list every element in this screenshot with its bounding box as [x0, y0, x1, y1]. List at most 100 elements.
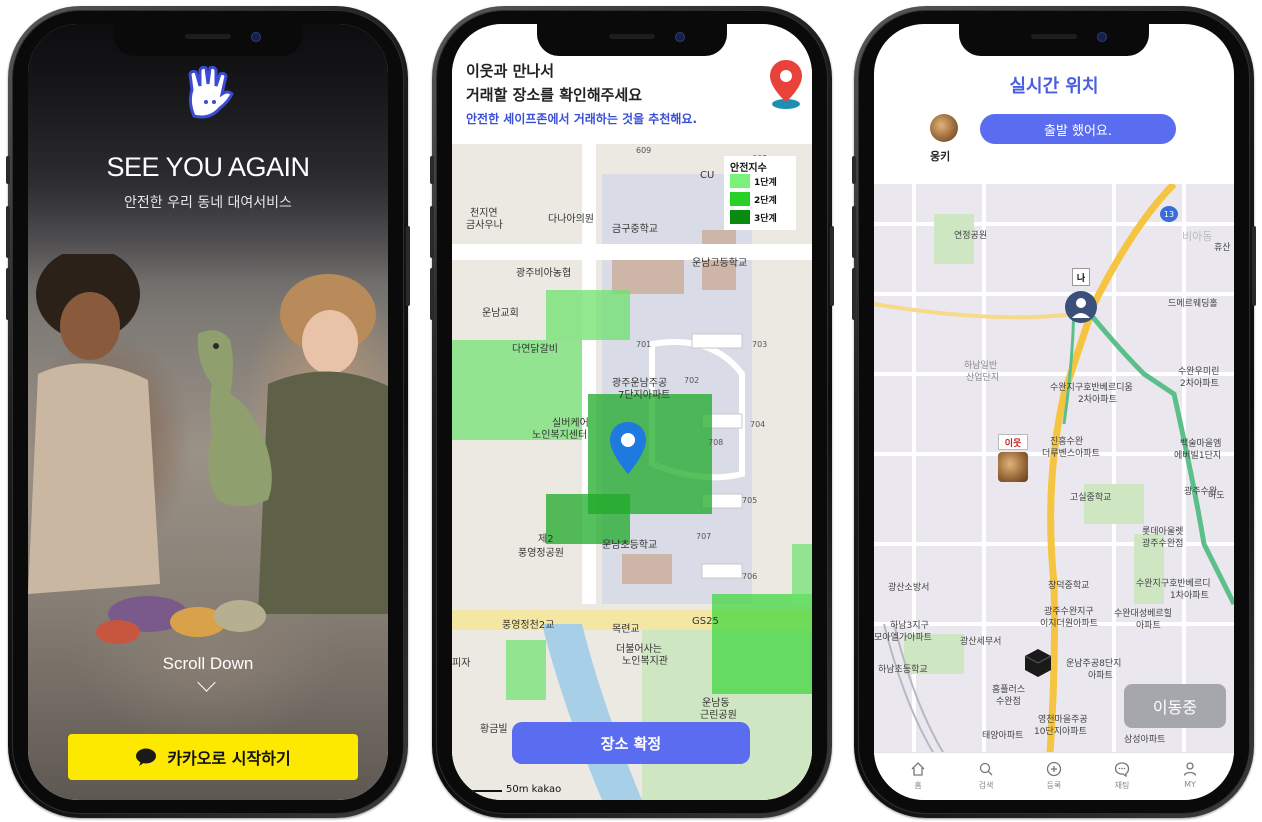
map-label: 제2: [538, 534, 554, 545]
confirm-place-button[interactable]: 장소 확정: [512, 722, 750, 764]
map-label: 아파트: [1136, 621, 1161, 631]
map-label: 운남교회: [482, 308, 519, 319]
meeting-place-screen: 이웃과 만나서 거래할 장소를 확인해주세요 안전한 세이프존에서 거래하는 것…: [452, 24, 812, 800]
page-title: 실시간 위치: [1009, 76, 1099, 97]
map-label: 더루벤스아파트: [1042, 449, 1100, 459]
kakao-login-label: 카카오로 시작하기: [167, 749, 291, 768]
legend-title: 안전지수: [730, 163, 767, 174]
map-label: 드메르웨딩홀: [1168, 299, 1218, 309]
safe-zone-level-1: [506, 640, 546, 700]
map-label: 701: [636, 340, 652, 349]
map-label: 목련교: [612, 624, 640, 635]
notch: [959, 24, 1149, 56]
user-name: 웅키: [930, 150, 951, 163]
home-icon: [911, 762, 925, 776]
legend-swatch-level-2: [730, 192, 750, 206]
map-label: 비아동: [1182, 230, 1213, 243]
power-button: [1252, 226, 1256, 306]
map-label: 하남초등학교: [878, 665, 928, 675]
map-label: 704: [750, 420, 766, 429]
dinosaur-toy: [197, 330, 272, 506]
my-location-marker-icon[interactable]: [1064, 290, 1098, 324]
map-label: 702: [684, 376, 700, 385]
map-label: 광주비아농협: [516, 268, 572, 279]
volume-down-button: [6, 268, 10, 320]
map-label: 황금빌: [480, 724, 508, 735]
avatar: [930, 114, 958, 142]
safe-zone-level-1: [546, 290, 630, 340]
safezone-recommendation: 안전한 세이프존에서 거래하는 것을 추천해요.: [466, 112, 698, 126]
tab-label: MY: [1184, 780, 1196, 789]
search-icon: [979, 762, 993, 776]
map-label: 10단지아파트: [1034, 727, 1087, 737]
map-label: 706: [742, 572, 758, 581]
neighbor-label: 이웃: [998, 434, 1028, 450]
moving-status-button[interactable]: 이동중: [1124, 684, 1226, 728]
map-label: 7단지아파트: [618, 390, 671, 401]
map-label: 풍영정천2교: [502, 620, 555, 631]
map-label: 에버빌1단지: [1174, 451, 1222, 461]
header-line-1: 이웃과 만나서: [466, 62, 555, 80]
map-label: 광산세무서: [960, 637, 1002, 647]
speech-bubble-icon: [136, 748, 157, 766]
neighbor-marker-photo[interactable]: [998, 452, 1028, 482]
map-label: 703: [752, 340, 768, 349]
map-label: 수완점: [996, 697, 1021, 707]
kakao-login-button[interactable]: 카카오로 시작하기: [68, 734, 358, 780]
map-label: 708: [708, 438, 724, 447]
map-label: 고실중학교: [1070, 493, 1112, 503]
map-attribution: kakao: [531, 784, 562, 795]
map-label: 운남초등학교: [602, 540, 658, 551]
route-badge: 13: [1160, 206, 1178, 222]
map-label: 금사우나: [466, 220, 503, 231]
scroll-down-label[interactable]: Scroll Down: [28, 654, 388, 674]
map-label: CU: [700, 170, 715, 181]
map-label: 2차아파트: [1078, 395, 1117, 405]
safety-index-legend: 안전지수 1단계 2단계 3단계: [724, 156, 796, 230]
app-slogan-title: SEE YOU AGAIN: [106, 152, 310, 182]
map-label: 1차아파트: [1170, 591, 1209, 601]
volume-up-button: [6, 206, 10, 258]
tab-my[interactable]: MY: [1165, 753, 1215, 789]
legend-swatch-level-1: [730, 174, 750, 188]
live-location-screen: 실시간 위치 웅키 출발 했어요. 13 연정공원 비아동 휴산 드메르웨딩홀 …: [874, 24, 1234, 800]
legend-label-level-1: 1단계: [754, 178, 777, 188]
safe-zone-level-1: [792, 544, 812, 604]
volume-down-button: [852, 268, 856, 320]
notch: [113, 24, 303, 56]
tab-chat[interactable]: 채팅: [1097, 753, 1147, 791]
me-label: 나: [1072, 268, 1090, 286]
map-scale: 50m kakao: [462, 784, 561, 795]
phone-frame-meeting-place: 이웃과 만나서 거래할 장소를 확인해주세요 안전한 세이프존에서 거래하는 것…: [430, 6, 834, 818]
map-label: 모아엘가아파트: [874, 633, 932, 643]
safety-map[interactable]: CU 609 608 천지연 금사우나 다나아의원 금구중학교 운남고등학교 광…: [452, 144, 812, 800]
package-marker-icon[interactable]: [1024, 648, 1052, 678]
mute-switch: [852, 156, 856, 184]
tab-label: 등록: [1046, 781, 1062, 790]
person-icon: [1183, 762, 1197, 776]
tab-label: 채팅: [1114, 781, 1130, 790]
mute-switch: [430, 156, 434, 184]
map-label: 삼성아파트: [1124, 735, 1166, 745]
mute-switch: [6, 156, 10, 184]
tab-register[interactable]: 등록: [1029, 753, 1079, 791]
map-label: GS25: [692, 616, 719, 627]
live-map[interactable]: 13 연정공원 비아동 휴산 드메르웨딩홀 하남일반 산업단지 수완우미린 2차…: [874, 184, 1234, 754]
power-button: [830, 226, 834, 306]
volume-up-button: [430, 206, 434, 258]
map-label: 연정공원: [954, 231, 988, 241]
map-label: 창덕중학교: [1048, 581, 1090, 591]
tab-label: 홈: [914, 781, 922, 790]
phone-frame-live-location: 실시간 위치 웅키 출발 했어요. 13 연정공원 비아동 휴산 드메르웨딩홀 …: [852, 6, 1256, 818]
tab-home[interactable]: 홈: [893, 753, 943, 791]
status-badge: 출발 했어요.: [980, 114, 1176, 144]
map-label: 다나아의원: [548, 214, 594, 225]
scale-label: 50m: [506, 784, 529, 795]
map-label: 노인복지관: [622, 656, 668, 667]
tab-label: 검색: [978, 781, 994, 790]
selected-location-marker-icon[interactable]: [608, 420, 648, 476]
legend-label-level-3: 3단계: [754, 214, 777, 224]
legend-swatch-level-3: [730, 210, 750, 224]
tab-search[interactable]: 검색: [961, 753, 1011, 791]
volume-down-button: [430, 268, 434, 320]
